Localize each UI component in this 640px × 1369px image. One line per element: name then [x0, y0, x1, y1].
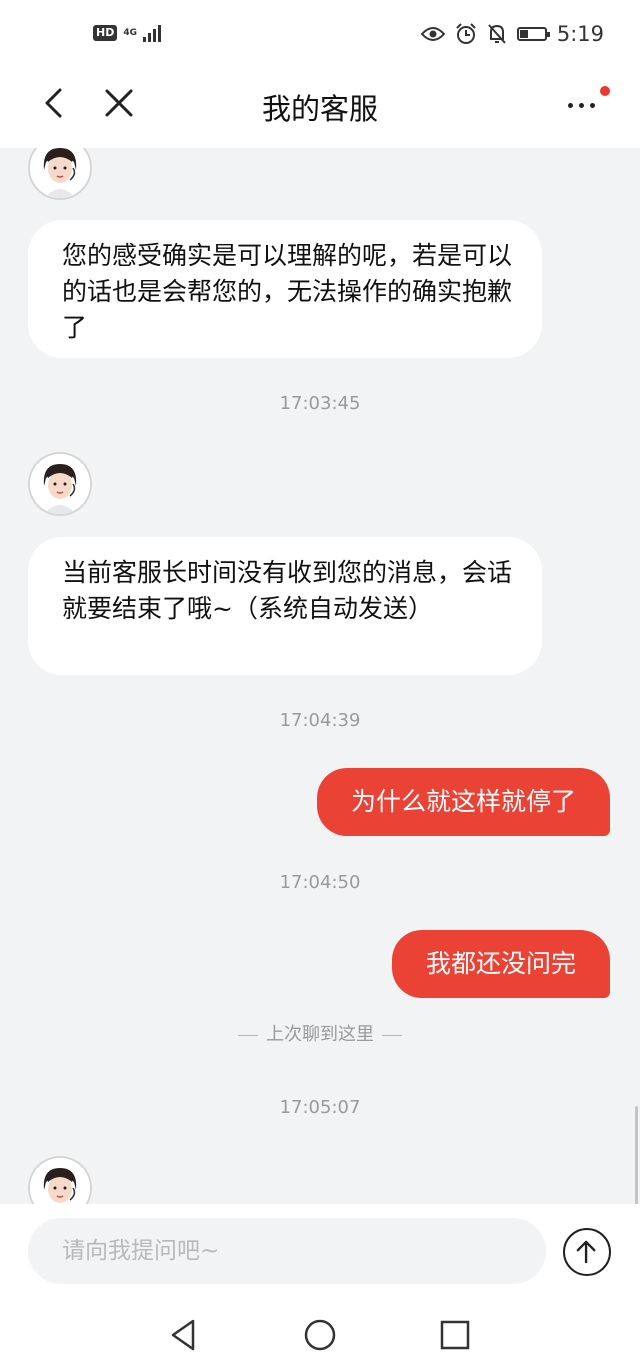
notification-dot — [600, 86, 610, 96]
agent-avatar-image — [30, 1158, 90, 1204]
battery-icon — [516, 27, 550, 41]
clock: 5:19 — [556, 22, 604, 46]
agent-message[interactable]: 您的感受确实是可以理解的呢，若是可以的话也是会帮您的，无法操作的确实抱歉了 — [28, 220, 542, 358]
eye-comfort-icon — [420, 27, 445, 41]
history-divider-label: 上次聊到这里 — [266, 1024, 374, 1045]
message-input[interactable] — [28, 1218, 546, 1284]
chat-area[interactable]: 您的感受确实是可以理解的呢，若是可以的话也是会帮您的，无法操作的确实抱歉了 17… — [0, 148, 640, 1204]
user-message[interactable]: 为什么就这样就停了 — [316, 768, 610, 836]
agent-avatar[interactable] — [28, 148, 92, 200]
page-title: 我的客服 — [261, 92, 378, 126]
history-divider: 上次聊到这里 — [0, 1020, 640, 1046]
alarm-icon — [456, 23, 476, 44]
status-left: HD 4G — [93, 24, 161, 42]
timestamp: 17:03:45 — [279, 393, 361, 414]
nav-recents-icon[interactable] — [437, 1317, 473, 1353]
status-right: 5:19 — [420, 22, 604, 46]
agent-avatar-image — [30, 148, 90, 198]
mute-bell-icon — [488, 24, 506, 44]
status-bar: HD 4G 5:19 — [0, 0, 640, 72]
agent-avatar[interactable] — [28, 1156, 92, 1204]
signal-icon — [143, 24, 161, 42]
more-icon[interactable] — [566, 86, 610, 120]
agent-avatar[interactable] — [28, 452, 92, 516]
nav-home-icon[interactable] — [302, 1317, 338, 1353]
chat-scrollbar[interactable] — [635, 1106, 638, 1204]
timestamp: 17:04:50 — [279, 872, 361, 893]
user-message[interactable]: 我都还没问完 — [391, 930, 610, 998]
network-type: 4G — [123, 27, 137, 38]
send-icon[interactable] — [563, 1228, 611, 1276]
agent-message[interactable]: 当前客服长时间没有收到您的消息，会话就要结束了哦~（系统自动发送） — [28, 537, 542, 675]
input-bar — [0, 1204, 640, 1300]
timestamp: 17:04:39 — [279, 710, 361, 731]
timestamp: 17:05:07 — [279, 1097, 361, 1118]
header-bar: 我的客服 — [0, 72, 640, 148]
system-nav-bar — [0, 1300, 640, 1369]
agent-avatar-image — [30, 454, 90, 514]
nav-back-icon[interactable] — [165, 1317, 201, 1353]
hd-badge: HD — [93, 25, 118, 41]
